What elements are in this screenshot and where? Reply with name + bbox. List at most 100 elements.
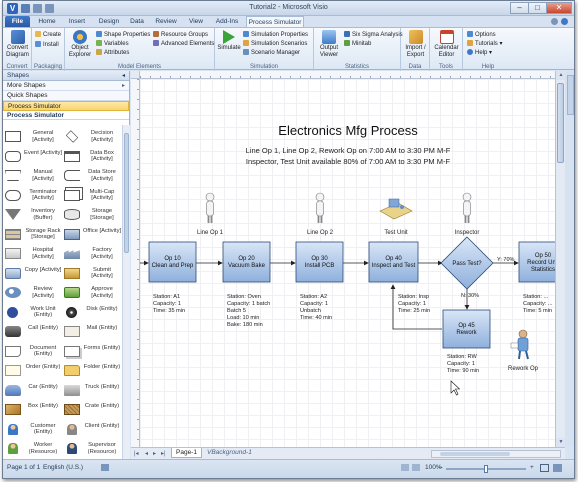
op-10-box[interactable]: Op 10 Clean and Prep: [148, 241, 197, 283]
stencil-item[interactable]: Copy [Activity]: [3, 266, 62, 282]
shape-properties-button[interactable]: Shape Properties: [96, 31, 150, 39]
close-button[interactable]: ✕: [546, 2, 572, 14]
resource-line-op-1[interactable]: Line Op 1: [197, 192, 224, 236]
stencil-item[interactable]: Disk (Entity): [62, 305, 121, 321]
horizontal-scroll-thumb[interactable]: [440, 452, 510, 456]
stencil-item[interactable]: Decision [Activity]: [62, 129, 121, 145]
resource-inspector[interactable]: Inspector: [455, 192, 480, 236]
stencil-item[interactable]: Worker (Resource): [3, 441, 62, 457]
stencil-item[interactable]: General [Activity]: [3, 129, 62, 145]
stencil-item[interactable]: Call (Entity): [3, 324, 62, 340]
resource-rework-op[interactable]: Rework Op: [508, 329, 539, 372]
minimize-button[interactable]: –: [510, 2, 529, 14]
next-page-icon[interactable]: ▸: [153, 450, 156, 457]
output-viewer-button[interactable]: Output Viewer: [316, 30, 342, 58]
stencil-scrollbar[interactable]: [122, 125, 130, 459]
scenario-manager-button[interactable]: Scenario Manager: [243, 49, 300, 57]
op-30-box[interactable]: Op 30 Install PCB: [295, 241, 344, 283]
maximize-button[interactable]: □: [528, 2, 547, 14]
tab-home[interactable]: Home: [34, 16, 60, 27]
stencil-item[interactable]: Crate (Entity): [62, 402, 121, 418]
decision-diamond[interactable]: Pass Test?: [440, 236, 494, 290]
op-50-box[interactable]: Op 50Record UnitStatistics: [518, 241, 555, 283]
stencil-item[interactable]: Hospital [Activity]: [3, 246, 62, 262]
stencil-item[interactable]: Forms (Entity): [62, 344, 121, 360]
resource-groups-button[interactable]: Resource Groups: [153, 31, 208, 39]
help-button[interactable]: Help ▾: [467, 49, 492, 57]
simulate-button[interactable]: Simulate: [217, 30, 241, 52]
macro-record-icon[interactable]: [101, 464, 109, 471]
stencil-item[interactable]: Order (Entity): [3, 363, 62, 379]
stencil-item[interactable]: Car (Entity): [3, 383, 62, 399]
zoom-slider-knob[interactable]: [484, 465, 488, 473]
create-button[interactable]: Create: [35, 31, 61, 39]
stencil-item[interactable]: Box (Entity): [3, 402, 62, 418]
stencil-item[interactable]: Data Store [Activity]: [62, 168, 121, 184]
attributes-button[interactable]: Attributes: [96, 49, 129, 57]
tutorials-button[interactable]: Tutorials ▾: [467, 40, 502, 48]
stencil-item[interactable]: Truck (Entity): [62, 383, 121, 399]
page-count[interactable]: Page 1 of 1: [7, 464, 40, 471]
language-indicator[interactable]: English (U.S.): [43, 464, 83, 471]
install-button[interactable]: Install: [35, 41, 59, 49]
zoom-out-icon[interactable]: –: [439, 464, 443, 471]
stencil-item[interactable]: Manual [Activity]: [3, 168, 62, 184]
drawing-canvas[interactable]: Electronics Mfg Process Line Op 1, Line …: [140, 79, 555, 447]
vertical-scroll-thumb[interactable]: [557, 83, 564, 163]
variables-button[interactable]: Variables: [96, 40, 129, 48]
options-button[interactable]: Options: [467, 31, 496, 39]
stencil-item[interactable]: Work Unit (Entity): [3, 305, 62, 321]
tab-process-simulator[interactable]: Process Simulator: [246, 16, 304, 27]
stencil-item[interactable]: Approve [Activity]: [62, 285, 121, 301]
horizontal-scrollbar[interactable]: [431, 450, 561, 458]
stencil-item[interactable]: Office [Activity]: [62, 227, 121, 243]
first-page-icon[interactable]: |◂: [134, 450, 139, 457]
resource-line-op-2[interactable]: Line Op 2: [307, 192, 334, 236]
stencil-item[interactable]: Document (Entity): [3, 344, 62, 360]
minitab-button[interactable]: Minitab: [344, 40, 371, 48]
stencil-item[interactable]: Submit [Activity]: [62, 266, 121, 282]
process-simulator-stencil-item[interactable]: Process Simulator: [3, 101, 129, 111]
import-export-button[interactable]: Import / Export: [402, 30, 429, 58]
tab-insert[interactable]: Insert: [63, 16, 91, 27]
op-45-box[interactable]: Op 45 Rework: [442, 309, 491, 349]
tab-review[interactable]: Review: [151, 16, 181, 27]
minimize-ribbon-icon[interactable]: [551, 18, 558, 25]
last-page-icon[interactable]: ▸|: [161, 450, 166, 457]
prev-page-icon[interactable]: ◂: [145, 450, 148, 457]
stencil-item[interactable]: Storage [Storage]: [62, 207, 121, 223]
stencil-item[interactable]: Factory [Activity]: [62, 246, 121, 262]
collapse-arrow-icon[interactable]: ◂: [122, 71, 125, 81]
task-pane-tab[interactable]: [567, 75, 574, 115]
vertical-scrollbar[interactable]: ▲ ▼: [555, 71, 566, 447]
tab-design[interactable]: Design: [94, 16, 124, 27]
convert-diagram-button[interactable]: Convert Diagram: [4, 30, 31, 58]
connector-rework-op40[interactable]: [390, 284, 442, 330]
stencil-item[interactable]: Client (Entity): [62, 422, 121, 438]
op-20-box[interactable]: Op 20 Vacuum Bake: [222, 241, 271, 283]
advanced-elements-button[interactable]: Advanced Elements: [153, 40, 214, 48]
stencil-item[interactable]: Review [Activity]: [3, 285, 62, 301]
stencil-item[interactable]: Folder (Entity): [62, 363, 121, 379]
object-explorer-button[interactable]: Object Explorer: [67, 30, 93, 58]
help-icon[interactable]: [561, 18, 568, 25]
page-tab-page-1[interactable]: Page-1: [171, 448, 202, 458]
stencil-item[interactable]: Supervisor (Resource): [62, 441, 121, 457]
stencil-item[interactable]: Event [Activity]: [3, 149, 62, 165]
simulation-properties-button[interactable]: Simulation Properties: [243, 31, 308, 39]
switch-windows-icon[interactable]: [553, 464, 562, 472]
fit-page-icon[interactable]: [540, 464, 549, 472]
page-tab-background[interactable]: VBackground-1: [203, 448, 256, 458]
stencil-item[interactable]: Multi-Cap [Activity]: [62, 188, 121, 204]
tab-data[interactable]: Data: [126, 16, 148, 27]
more-shapes-item[interactable]: More Shapes ▸: [3, 81, 129, 91]
stencil-item[interactable]: Data Box [Activity]: [62, 149, 121, 165]
calendar-editor-button[interactable]: Calendar Editor: [432, 30, 461, 58]
stencil-item[interactable]: Mail (Entity): [62, 324, 121, 340]
stencil-item[interactable]: Inventory (Buffer): [3, 207, 62, 223]
view-fullscreen-icon[interactable]: [412, 464, 420, 471]
quick-shapes-item[interactable]: Quick Shapes: [3, 91, 129, 101]
view-normal-icon[interactable]: [401, 464, 409, 471]
op-40-box[interactable]: Op 40 Inspect and Test: [368, 241, 419, 283]
tab-view[interactable]: View: [184, 16, 208, 27]
